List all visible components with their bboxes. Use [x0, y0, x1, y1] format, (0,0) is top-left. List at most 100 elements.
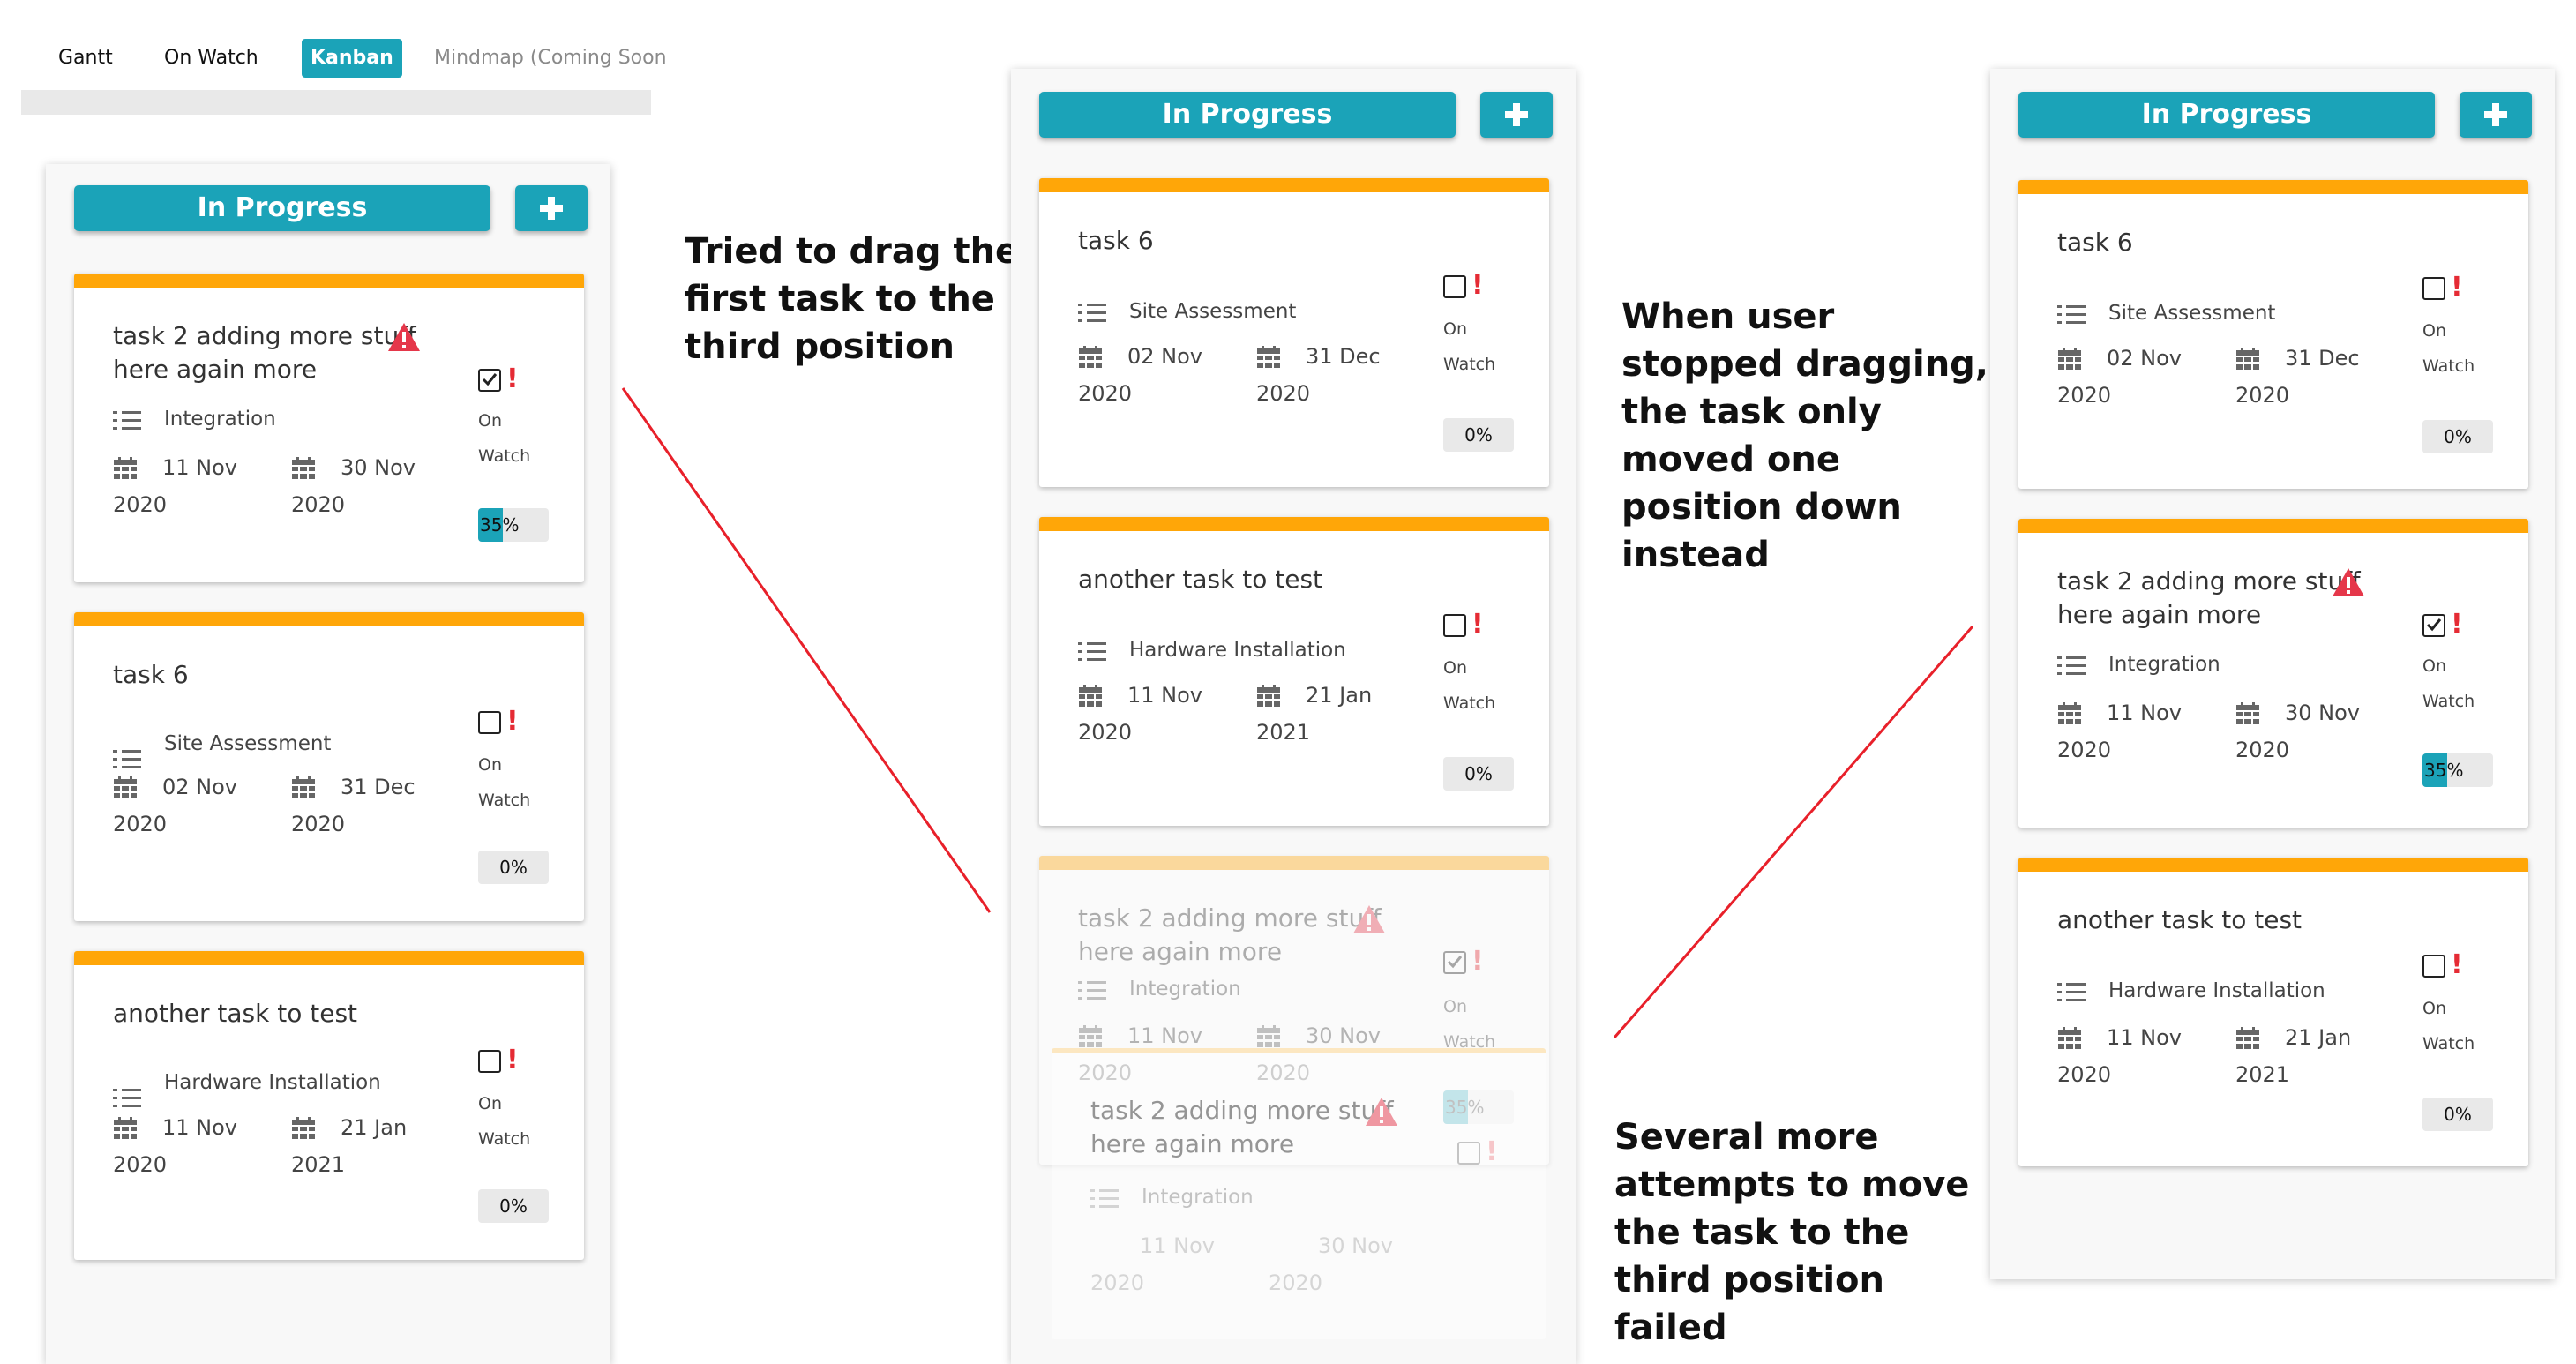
on-watch-checkbox[interactable]	[2422, 955, 2445, 978]
plus-icon	[540, 197, 563, 220]
end-year: 2020	[291, 812, 346, 836]
navbar-scrollbar[interactable]	[21, 90, 651, 115]
end-date: 31 Dec	[341, 775, 416, 799]
on-watch-label: Watch	[2422, 1034, 2475, 1053]
on-watch-label: On	[478, 755, 502, 775]
start-year: 2020	[113, 492, 168, 517]
progress-label: 0%	[1464, 424, 1493, 446]
on-watch-checkbox[interactable]	[478, 369, 501, 392]
calendar-icon	[1078, 346, 1103, 374]
start-year: 2020	[2057, 383, 2112, 408]
exclamation-icon: !	[1471, 609, 1484, 640]
start-year: 2020	[1090, 1270, 1145, 1295]
task-card[interactable]: task 6 Site Assessment 02 Nov 2020 31 De…	[2018, 180, 2528, 489]
end-date: 30 Nov	[1318, 1233, 1394, 1258]
calendar-icon	[2235, 1027, 2260, 1055]
on-watch-checkbox[interactable]	[2422, 277, 2445, 300]
exclamation-icon: !	[2451, 272, 2463, 303]
on-watch-checkbox[interactable]	[478, 711, 501, 734]
calendar-icon	[1078, 685, 1103, 713]
checklist-icon	[1078, 302, 1108, 328]
task-category: Hardware Installation	[1129, 639, 1346, 662]
end-date: 21 Jan	[341, 1115, 408, 1140]
tab-mindmap[interactable]: Mindmap (Coming Soon	[434, 39, 669, 78]
start-date: 11 Nov	[2107, 1025, 2183, 1050]
start-year: 2020	[113, 812, 168, 836]
exclamation-icon: !	[506, 363, 519, 394]
tab-kanban[interactable]: Kanban	[302, 39, 402, 78]
on-watch-label: On	[2422, 999, 2446, 1018]
column-header-in-progress[interactable]: In Progress	[2018, 92, 2435, 138]
task-title: another task to test	[1078, 565, 1323, 594]
end-date: 30 Nov	[2285, 701, 2361, 725]
column-header-in-progress[interactable]: In Progress	[74, 185, 490, 231]
on-watch-label: On	[1443, 319, 1467, 339]
task-category: Integration	[1142, 1186, 1254, 1209]
task-card[interactable]: task 6 Site Assessment 02 Nov 2020 31 De…	[74, 612, 584, 921]
on-watch-label: On	[478, 411, 502, 431]
exclamation-icon: !	[1471, 270, 1484, 301]
task-category: Hardware Installation	[164, 1071, 381, 1094]
on-watch-checkbox[interactable]	[2422, 614, 2445, 637]
annotation-drag-attempt: Tried to drag the first task to the thir…	[685, 231, 1020, 367]
task-card[interactable]: task 2 adding more stuff here again more…	[2018, 519, 2528, 828]
task-category: Integration	[1129, 978, 1241, 1001]
exclamation-icon: !	[506, 706, 519, 737]
end-year: 2021	[291, 1152, 346, 1177]
checklist-icon	[113, 748, 143, 775]
add-task-button[interactable]	[515, 185, 588, 231]
task-title: another task to test	[2057, 905, 2303, 934]
start-date: 11 Nov	[162, 455, 238, 480]
calendar-icon	[291, 457, 316, 485]
start-year: 2020	[2057, 1062, 2112, 1087]
on-watch-checkbox[interactable]	[1443, 614, 1466, 637]
end-date: 31 Dec	[1306, 344, 1381, 369]
start-year: 2020	[1078, 381, 1133, 406]
dragged-task-card[interactable]: task 2 adding more stuff here again more…	[1052, 1048, 1546, 1339]
start-date: 11 Nov	[1127, 1023, 1203, 1048]
exclamation-icon: !	[1486, 1136, 1498, 1167]
end-year: 2020	[2235, 738, 2290, 762]
calendar-icon	[2057, 1027, 2082, 1055]
end-year: 2020	[1256, 381, 1311, 406]
add-task-button[interactable]	[1480, 92, 1553, 138]
on-watch-checkbox[interactable]	[478, 1050, 501, 1073]
warning-triangle-icon	[2331, 566, 2366, 602]
checklist-icon	[1090, 1188, 1120, 1214]
task-card[interactable]: another task to test Hardware Installati…	[1039, 517, 1549, 826]
on-watch-label: Watch	[2422, 692, 2475, 711]
on-watch-label: Watch	[478, 791, 531, 810]
task-card[interactable]: another task to test Hardware Installati…	[2018, 858, 2528, 1166]
on-watch-label: On	[1443, 997, 1467, 1016]
on-watch-label: On	[2422, 321, 2446, 341]
progress-bar: 0%	[478, 1189, 549, 1223]
task-card[interactable]: task 6 Site Assessment 02 Nov 2020 31 De…	[1039, 178, 1549, 487]
tab-on-watch[interactable]: On Watch	[155, 39, 267, 78]
start-date: 11 Nov	[1140, 1233, 1216, 1258]
on-watch-label: Watch	[478, 1129, 531, 1149]
task-category: Site Assessment	[1129, 300, 1297, 323]
on-watch-checkbox[interactable]	[1443, 275, 1466, 298]
on-watch-label: Watch	[2422, 356, 2475, 376]
start-date: 11 Nov	[2107, 701, 2183, 725]
warning-triangle-icon	[1352, 903, 1387, 939]
on-watch-label: On	[1443, 658, 1467, 678]
tab-gantt[interactable]: Gantt	[49, 39, 122, 78]
add-task-button[interactable]	[2460, 92, 2532, 138]
end-date: 31 Dec	[2285, 346, 2360, 371]
calendar-icon	[113, 457, 138, 485]
checklist-icon	[2057, 655, 2087, 681]
calendar-icon	[113, 1117, 138, 1145]
checklist-icon	[113, 409, 143, 436]
progress-bar: 0%	[1443, 418, 1514, 452]
task-card[interactable]: another task to test Hardware Installati…	[74, 951, 584, 1260]
start-date: 11 Nov	[162, 1115, 238, 1140]
column-header-in-progress[interactable]: In Progress	[1039, 92, 1456, 138]
annotation-line	[1613, 626, 1974, 1038]
end-year: 2021	[2235, 1062, 2290, 1087]
end-year: 2021	[1256, 720, 1311, 745]
warning-triangle-icon	[386, 321, 422, 356]
plus-icon	[2484, 103, 2507, 126]
end-year: 2020	[291, 492, 346, 517]
task-card[interactable]: task 2 adding more stuff here again more…	[74, 274, 584, 582]
